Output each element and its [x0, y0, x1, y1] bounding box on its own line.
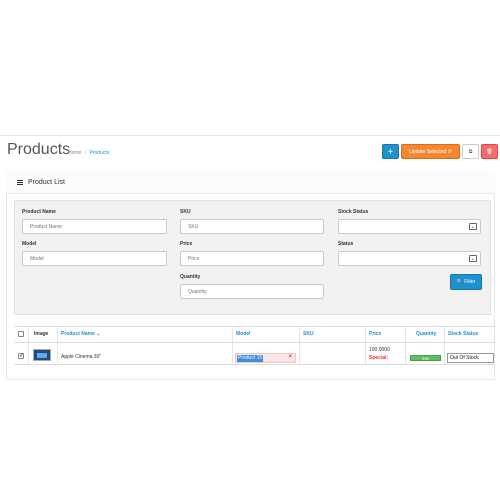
column-divider: [299, 326, 300, 364]
column-header-image: Image: [34, 331, 49, 337]
quantity-input[interactable]: [180, 284, 324, 299]
column-divider: [405, 326, 406, 364]
panel-heading: [6, 170, 495, 194]
price-cell: 100.0000: [369, 347, 390, 353]
breadcrumb-products[interactable]: Products: [90, 150, 110, 156]
quantity-badge: 990: [410, 355, 441, 361]
column-divider: [444, 326, 445, 364]
page-title: Products: [7, 141, 71, 158]
status-label: Status: [338, 241, 354, 247]
column-header-price[interactable]: Price: [369, 326, 381, 342]
model-label: Model: [22, 241, 37, 247]
column-divider: [232, 326, 233, 364]
table-row-border: [14, 364, 495, 365]
breadcrumb: Home / Products: [68, 150, 109, 156]
copy-button[interactable]: ⧉: [462, 144, 479, 159]
price-input[interactable]: [180, 251, 324, 266]
product-image: [33, 349, 51, 361]
column-header-sku[interactable]: SKU: [303, 326, 314, 342]
column-divider: [28, 326, 29, 364]
filter-button[interactable]: 🔍 Filter: [450, 274, 482, 290]
column-header-stock-status[interactable]: Stock Status: [448, 326, 478, 342]
sku-input[interactable]: [180, 219, 324, 234]
stock-status-select[interactable]: ⌄: [338, 219, 481, 234]
product-name-label: Product Name: [22, 209, 56, 215]
close-icon[interactable]: ×: [288, 354, 292, 360]
table-header-border: [14, 342, 495, 343]
chevron-down-icon: ⌄: [469, 223, 477, 230]
quantity-label: Quantity: [180, 274, 201, 280]
stock-status-label: Stock Status: [338, 209, 369, 215]
panel-title-label: Product List: [28, 179, 65, 186]
column-header-quantity[interactable]: Quantity: [416, 326, 436, 342]
delete-button[interactable]: 🗑: [481, 144, 498, 159]
add-product-button[interactable]: +: [382, 144, 399, 159]
column-header-model[interactable]: Model: [236, 326, 250, 342]
breadcrumb-separator: /: [84, 150, 87, 156]
chevron-down-icon: ⌄: [469, 255, 477, 262]
stock-status-cell-select[interactable]: Out Of Stock: [447, 353, 494, 363]
row-checkbox[interactable]: [18, 352, 24, 359]
status-select[interactable]: ⌄: [338, 251, 481, 266]
model-edit-input[interactable]: Product 15 ×: [235, 353, 296, 363]
column-divider: [365, 326, 366, 364]
model-input[interactable]: [22, 251, 167, 266]
price-label: Price: [180, 241, 193, 247]
special-price-label: Special:: [369, 355, 389, 361]
select-all-checkbox[interactable]: [18, 331, 24, 337]
sku-label: SKU: [180, 209, 191, 215]
panel-title: Product List: [17, 179, 65, 186]
model-edit-value: Product 15: [237, 355, 264, 362]
column-header-product-name[interactable]: Product Name ⌄: [61, 326, 100, 342]
product-name-cell: Apple Cinema 30": [61, 354, 102, 360]
product-name-input[interactable]: [22, 219, 167, 234]
list-icon: [17, 180, 23, 185]
update-selected-button[interactable]: Update Selected ⟳: [401, 144, 460, 159]
breadcrumb-home[interactable]: Home: [68, 150, 81, 156]
column-divider: [57, 326, 58, 364]
